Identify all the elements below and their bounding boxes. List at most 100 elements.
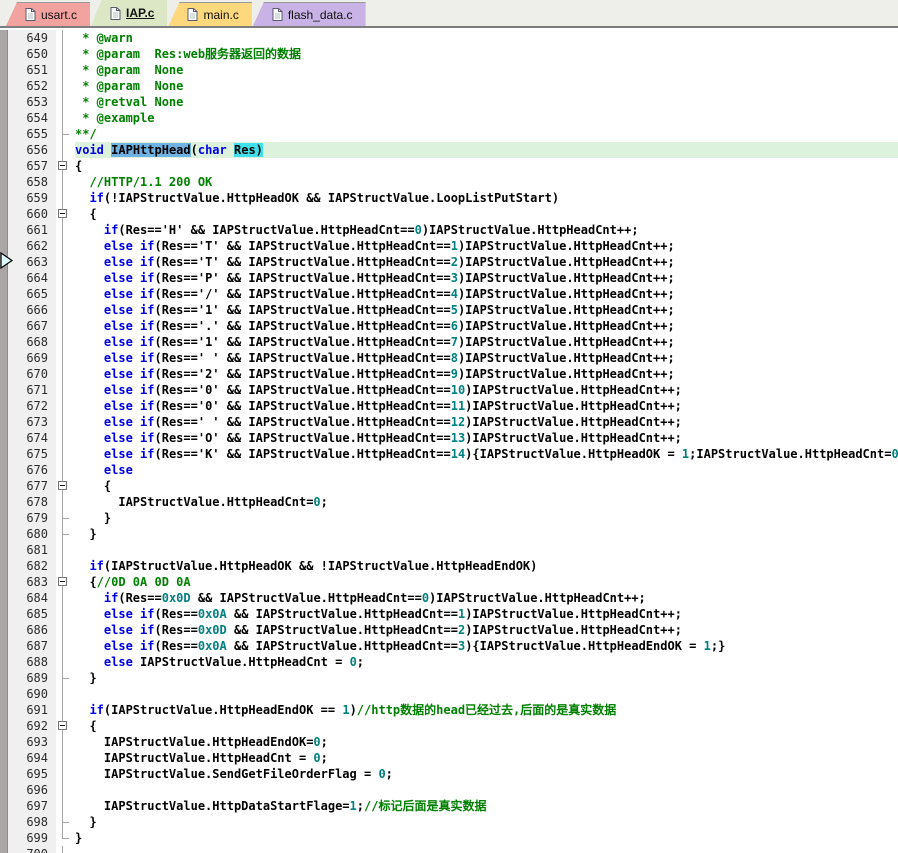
line-number[interactable]: 656: [8, 142, 56, 158]
line-number[interactable]: 673: [8, 414, 56, 430]
tab-main-c[interactable]: main.c: [168, 2, 252, 26]
fold-collapse-icon[interactable]: [58, 209, 67, 218]
line-number[interactable]: 692: [8, 718, 56, 734]
line-number[interactable]: 654: [8, 110, 56, 126]
code-line[interactable]: {: [75, 718, 898, 734]
line-number[interactable]: 650: [8, 46, 56, 62]
line-number[interactable]: 660: [8, 206, 56, 222]
code-line[interactable]: else if(Res==0x0D && IAPStructValue.Http…: [75, 622, 898, 638]
line-number[interactable]: 688: [8, 654, 56, 670]
code-line[interactable]: [75, 846, 898, 853]
line-number[interactable]: 684: [8, 590, 56, 606]
line-number[interactable]: 669: [8, 350, 56, 366]
code-line[interactable]: else if(Res=='T' && IAPStructValue.HttpH…: [75, 238, 898, 254]
fold-collapse-icon[interactable]: [58, 577, 67, 586]
code-line[interactable]: [75, 542, 898, 558]
line-number[interactable]: 677: [8, 478, 56, 494]
code-line-current[interactable]: void IAPHttpHead(char Res): [75, 142, 898, 158]
fold-collapse-icon[interactable]: [58, 721, 67, 730]
line-number[interactable]: 667: [8, 318, 56, 334]
code-line[interactable]: else: [75, 462, 898, 478]
code-line[interactable]: IAPStructValue.HttpHeadCnt=0;: [75, 494, 898, 510]
fold-margin[interactable]: [56, 478, 75, 494]
code-line[interactable]: else if(Res=='O' && IAPStructValue.HttpH…: [75, 430, 898, 446]
code-line[interactable]: }: [75, 830, 898, 846]
line-number[interactable]: 668: [8, 334, 56, 350]
code-line[interactable]: if(IAPStructValue.HttpHeadOK && !IAPStru…: [75, 558, 898, 574]
line-number[interactable]: 676: [8, 462, 56, 478]
line-number[interactable]: 674: [8, 430, 56, 446]
code-line[interactable]: }: [75, 526, 898, 542]
code-line[interactable]: IAPStructValue.HttpHeadEndOK=0;: [75, 734, 898, 750]
line-number[interactable]: 696: [8, 782, 56, 798]
line-number[interactable]: 671: [8, 382, 56, 398]
line-number[interactable]: 680: [8, 526, 56, 542]
code-editor[interactable]: 649 * @warn 650 * @param Res:web服务器返回的数据 6…: [0, 30, 898, 853]
code-line[interactable]: else if(Res=='2' && IAPStructValue.HttpH…: [75, 366, 898, 382]
code-line[interactable]: {: [75, 158, 898, 174]
line-number[interactable]: 662: [8, 238, 56, 254]
code-line[interactable]: {: [75, 478, 898, 494]
fold-margin[interactable]: [56, 574, 75, 590]
code-line[interactable]: else if(Res==' ' && IAPStructValue.HttpH…: [75, 414, 898, 430]
line-number[interactable]: 678: [8, 494, 56, 510]
line-number[interactable]: 681: [8, 542, 56, 558]
code-line[interactable]: **/: [75, 126, 898, 142]
line-number[interactable]: 695: [8, 766, 56, 782]
line-number[interactable]: 697: [8, 798, 56, 814]
line-number[interactable]: 670: [8, 366, 56, 382]
line-number[interactable]: 700: [8, 846, 56, 853]
code-line[interactable]: else if(Res=='1' && IAPStructValue.HttpH…: [75, 334, 898, 350]
code-line[interactable]: else if(Res=='0' && IAPStructValue.HttpH…: [75, 398, 898, 414]
code-line[interactable]: if(!IAPStructValue.HttpHeadOK && IAPStru…: [75, 190, 898, 206]
line-number[interactable]: 649: [8, 30, 56, 46]
line-number[interactable]: 682: [8, 558, 56, 574]
tab-IAP-c[interactable]: IAP.c: [91, 0, 168, 26]
line-number[interactable]: 661: [8, 222, 56, 238]
line-number[interactable]: 698: [8, 814, 56, 830]
code-line[interactable]: if(IAPStructValue.HttpHeadEndOK == 1)//h…: [75, 702, 898, 718]
tab-flash_data-c[interactable]: flash_data.c: [252, 2, 366, 26]
line-number[interactable]: 658: [8, 174, 56, 190]
code-line[interactable]: else if(Res==0x0A && IAPStructValue.Http…: [75, 638, 898, 654]
code-line[interactable]: * @warn: [75, 30, 898, 46]
line-number[interactable]: 664: [8, 270, 56, 286]
tab-usart-c[interactable]: usart.c: [6, 2, 91, 26]
line-number[interactable]: 652: [8, 78, 56, 94]
code-line[interactable]: * @example: [75, 110, 898, 126]
fold-margin[interactable]: [56, 718, 75, 734]
code-line[interactable]: IAPStructValue.HttpHeadCnt = 0;: [75, 750, 898, 766]
code-line[interactable]: else if(Res=='P' && IAPStructValue.HttpH…: [75, 270, 898, 286]
code-line[interactable]: else if(Res=='K' && IAPStructValue.HttpH…: [75, 446, 898, 462]
code-line[interactable]: else if(Res=='1' && IAPStructValue.HttpH…: [75, 302, 898, 318]
line-number[interactable]: 689: [8, 670, 56, 686]
line-number[interactable]: 666: [8, 302, 56, 318]
code-line[interactable]: //HTTP/1.1 200 OK: [75, 174, 898, 190]
fold-collapse-icon[interactable]: [58, 161, 67, 170]
line-number[interactable]: 686: [8, 622, 56, 638]
fold-margin[interactable]: [56, 206, 75, 222]
code-line[interactable]: if(Res=='H' && IAPStructValue.HttpHeadCn…: [75, 222, 898, 238]
code-line[interactable]: * @param None: [75, 78, 898, 94]
code-line[interactable]: else if(Res==' ' && IAPStructValue.HttpH…: [75, 350, 898, 366]
code-line[interactable]: [75, 782, 898, 798]
code-line[interactable]: {: [75, 206, 898, 222]
line-number[interactable]: 657: [8, 158, 56, 174]
code-line[interactable]: {//0D 0A 0D 0A: [75, 574, 898, 590]
line-number[interactable]: 675: [8, 446, 56, 462]
code-line[interactable]: else if(Res=='0' && IAPStructValue.HttpH…: [75, 382, 898, 398]
code-line[interactable]: * @param Res:web服务器返回的数据: [75, 46, 898, 62]
code-line[interactable]: * @retval None: [75, 94, 898, 110]
line-number[interactable]: 687: [8, 638, 56, 654]
code-line[interactable]: else if(Res=='T' && IAPStructValue.HttpH…: [75, 254, 898, 270]
code-line[interactable]: else IAPStructValue.HttpHeadCnt = 0;: [75, 654, 898, 670]
code-line[interactable]: else if(Res=='/' && IAPStructValue.HttpH…: [75, 286, 898, 302]
code-line[interactable]: * @param None: [75, 62, 898, 78]
line-number[interactable]: 653: [8, 94, 56, 110]
code-line[interactable]: }: [75, 814, 898, 830]
line-number[interactable]: 672: [8, 398, 56, 414]
line-number[interactable]: 699: [8, 830, 56, 846]
line-number[interactable]: 679: [8, 510, 56, 526]
code-line[interactable]: [75, 686, 898, 702]
line-number[interactable]: 693: [8, 734, 56, 750]
